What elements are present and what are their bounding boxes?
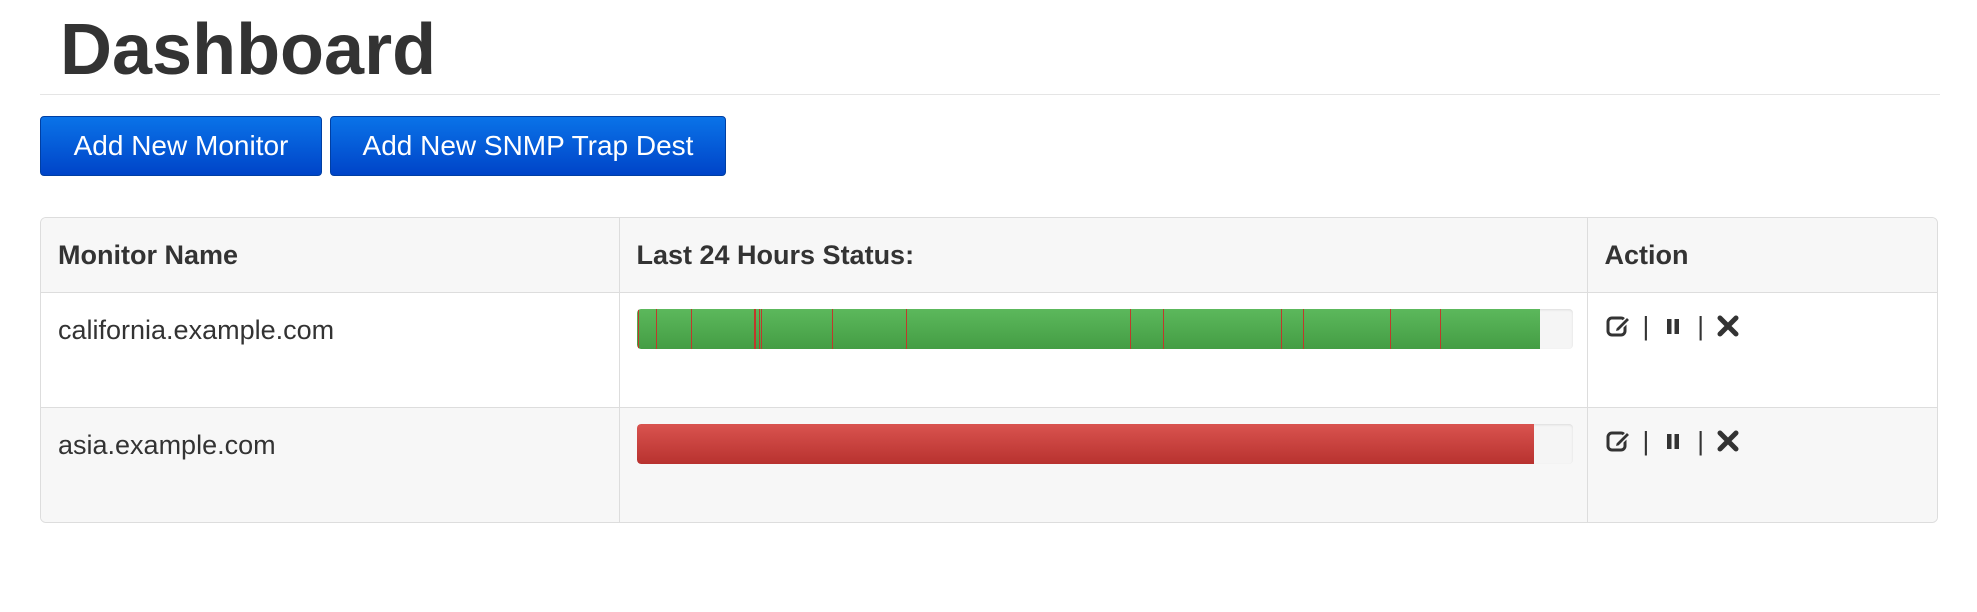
action-separator: |: [1697, 310, 1705, 341]
failure-mark: [1163, 308, 1165, 349]
monitor-table: Monitor Name Last 24 Hours Status: Actio…: [40, 217, 1938, 523]
column-header-action: Action: [1587, 218, 1937, 293]
failure-mark: [638, 308, 640, 349]
action-separator: |: [1642, 310, 1650, 341]
close-icon[interactable]: [1714, 427, 1742, 455]
column-header-status: Last 24 Hours Status:: [619, 218, 1588, 293]
status-cell: [619, 292, 1588, 408]
page-title: Dashboard: [60, 10, 437, 90]
failure-mark: [1439, 308, 1441, 349]
table-row: asia.example.com | |: [41, 407, 1937, 522]
monitor-name-cell: asia.example.com: [41, 407, 620, 522]
failure-mark: [832, 308, 834, 349]
column-header-monitor-name: Monitor Name: [41, 218, 620, 293]
add-new-snmp-trap-dest-button[interactable]: Add New SNMP Trap Dest: [330, 116, 726, 176]
action-separator: |: [1642, 425, 1650, 456]
failure-mark: [753, 308, 755, 349]
action-separator: |: [1697, 425, 1705, 456]
table-row: california.example.com | |: [41, 292, 1937, 408]
status-progress-bar: [636, 423, 1535, 464]
failure-mark: [1281, 308, 1283, 349]
failure-mark: [690, 308, 692, 349]
edit-icon[interactable]: [1605, 427, 1633, 455]
failure-mark: [760, 308, 762, 349]
monitor-name-cell: california.example.com: [41, 292, 620, 408]
edit-icon[interactable]: [1605, 312, 1633, 340]
status-cell: [619, 407, 1588, 522]
failure-mark: [755, 308, 757, 349]
pause-icon[interactable]: [1659, 427, 1687, 455]
add-new-monitor-button[interactable]: Add New Monitor: [40, 116, 322, 176]
status-progress: [636, 308, 1573, 349]
failure-mark: [759, 308, 761, 349]
close-icon[interactable]: [1714, 312, 1742, 340]
failure-mark: [1302, 308, 1304, 349]
pause-icon[interactable]: [1659, 312, 1687, 340]
action-cell: | |: [1587, 407, 1937, 522]
action-group: | |: [1605, 311, 1921, 342]
failure-mark: [656, 308, 658, 349]
action-cell: | |: [1587, 292, 1937, 408]
failure-mark: [1129, 308, 1131, 349]
failure-mark: [906, 308, 908, 349]
status-progress-bar: [636, 308, 1540, 349]
action-group: | |: [1605, 426, 1921, 457]
failure-mark: [1389, 308, 1391, 349]
table-header-row: Monitor Name Last 24 Hours Status: Actio…: [41, 218, 1937, 293]
status-progress: [636, 423, 1573, 464]
page-header: Dashboard: [40, 0, 1940, 95]
